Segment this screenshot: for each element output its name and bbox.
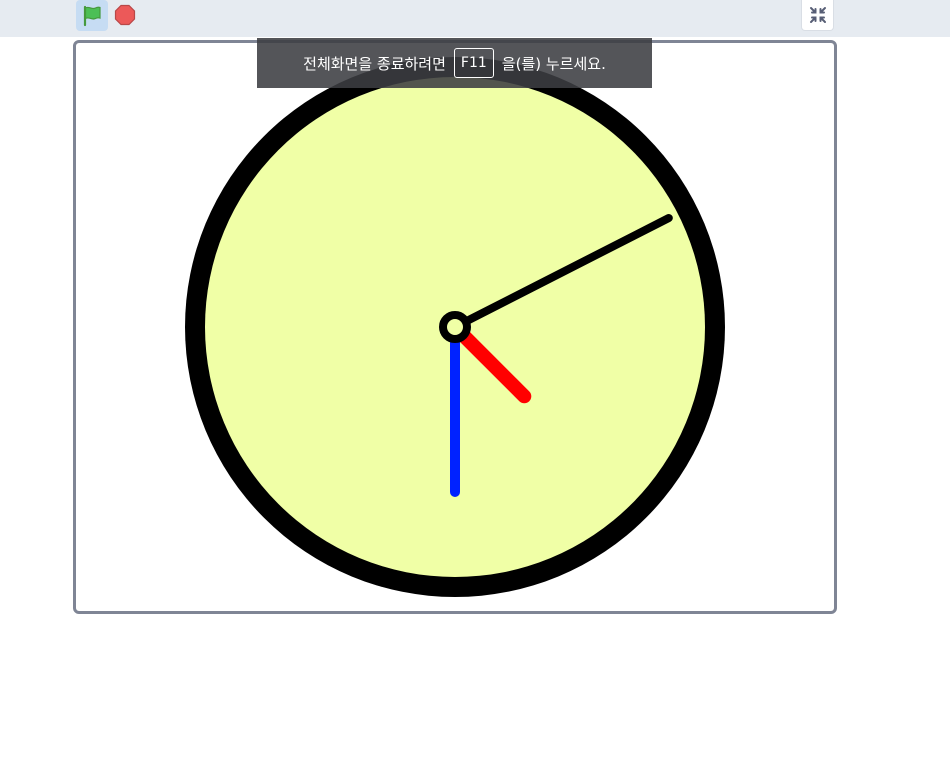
green-flag-icon (83, 5, 101, 26)
exit-fullscreen-icon (809, 7, 826, 23)
f11-key-badge: F11 (453, 48, 494, 78)
clock-center-pin (439, 311, 471, 343)
exit-fullscreen-button[interactable] (801, 0, 834, 31)
stop-sign-icon (114, 4, 136, 26)
fullscreen-exit-notice: 전체화면을 종료하려면 F11 을(를) 누르세요. (257, 38, 652, 88)
stop-button[interactable] (111, 1, 139, 29)
notice-text-after: 을(를) 누르세요. (501, 54, 606, 73)
notice-text-before: 전체화면을 종료하려면 (303, 54, 446, 73)
stage-header-bar (0, 0, 950, 37)
clock-canvas (185, 57, 725, 597)
green-flag-button[interactable] (76, 0, 108, 31)
project-stage[interactable] (73, 40, 837, 614)
